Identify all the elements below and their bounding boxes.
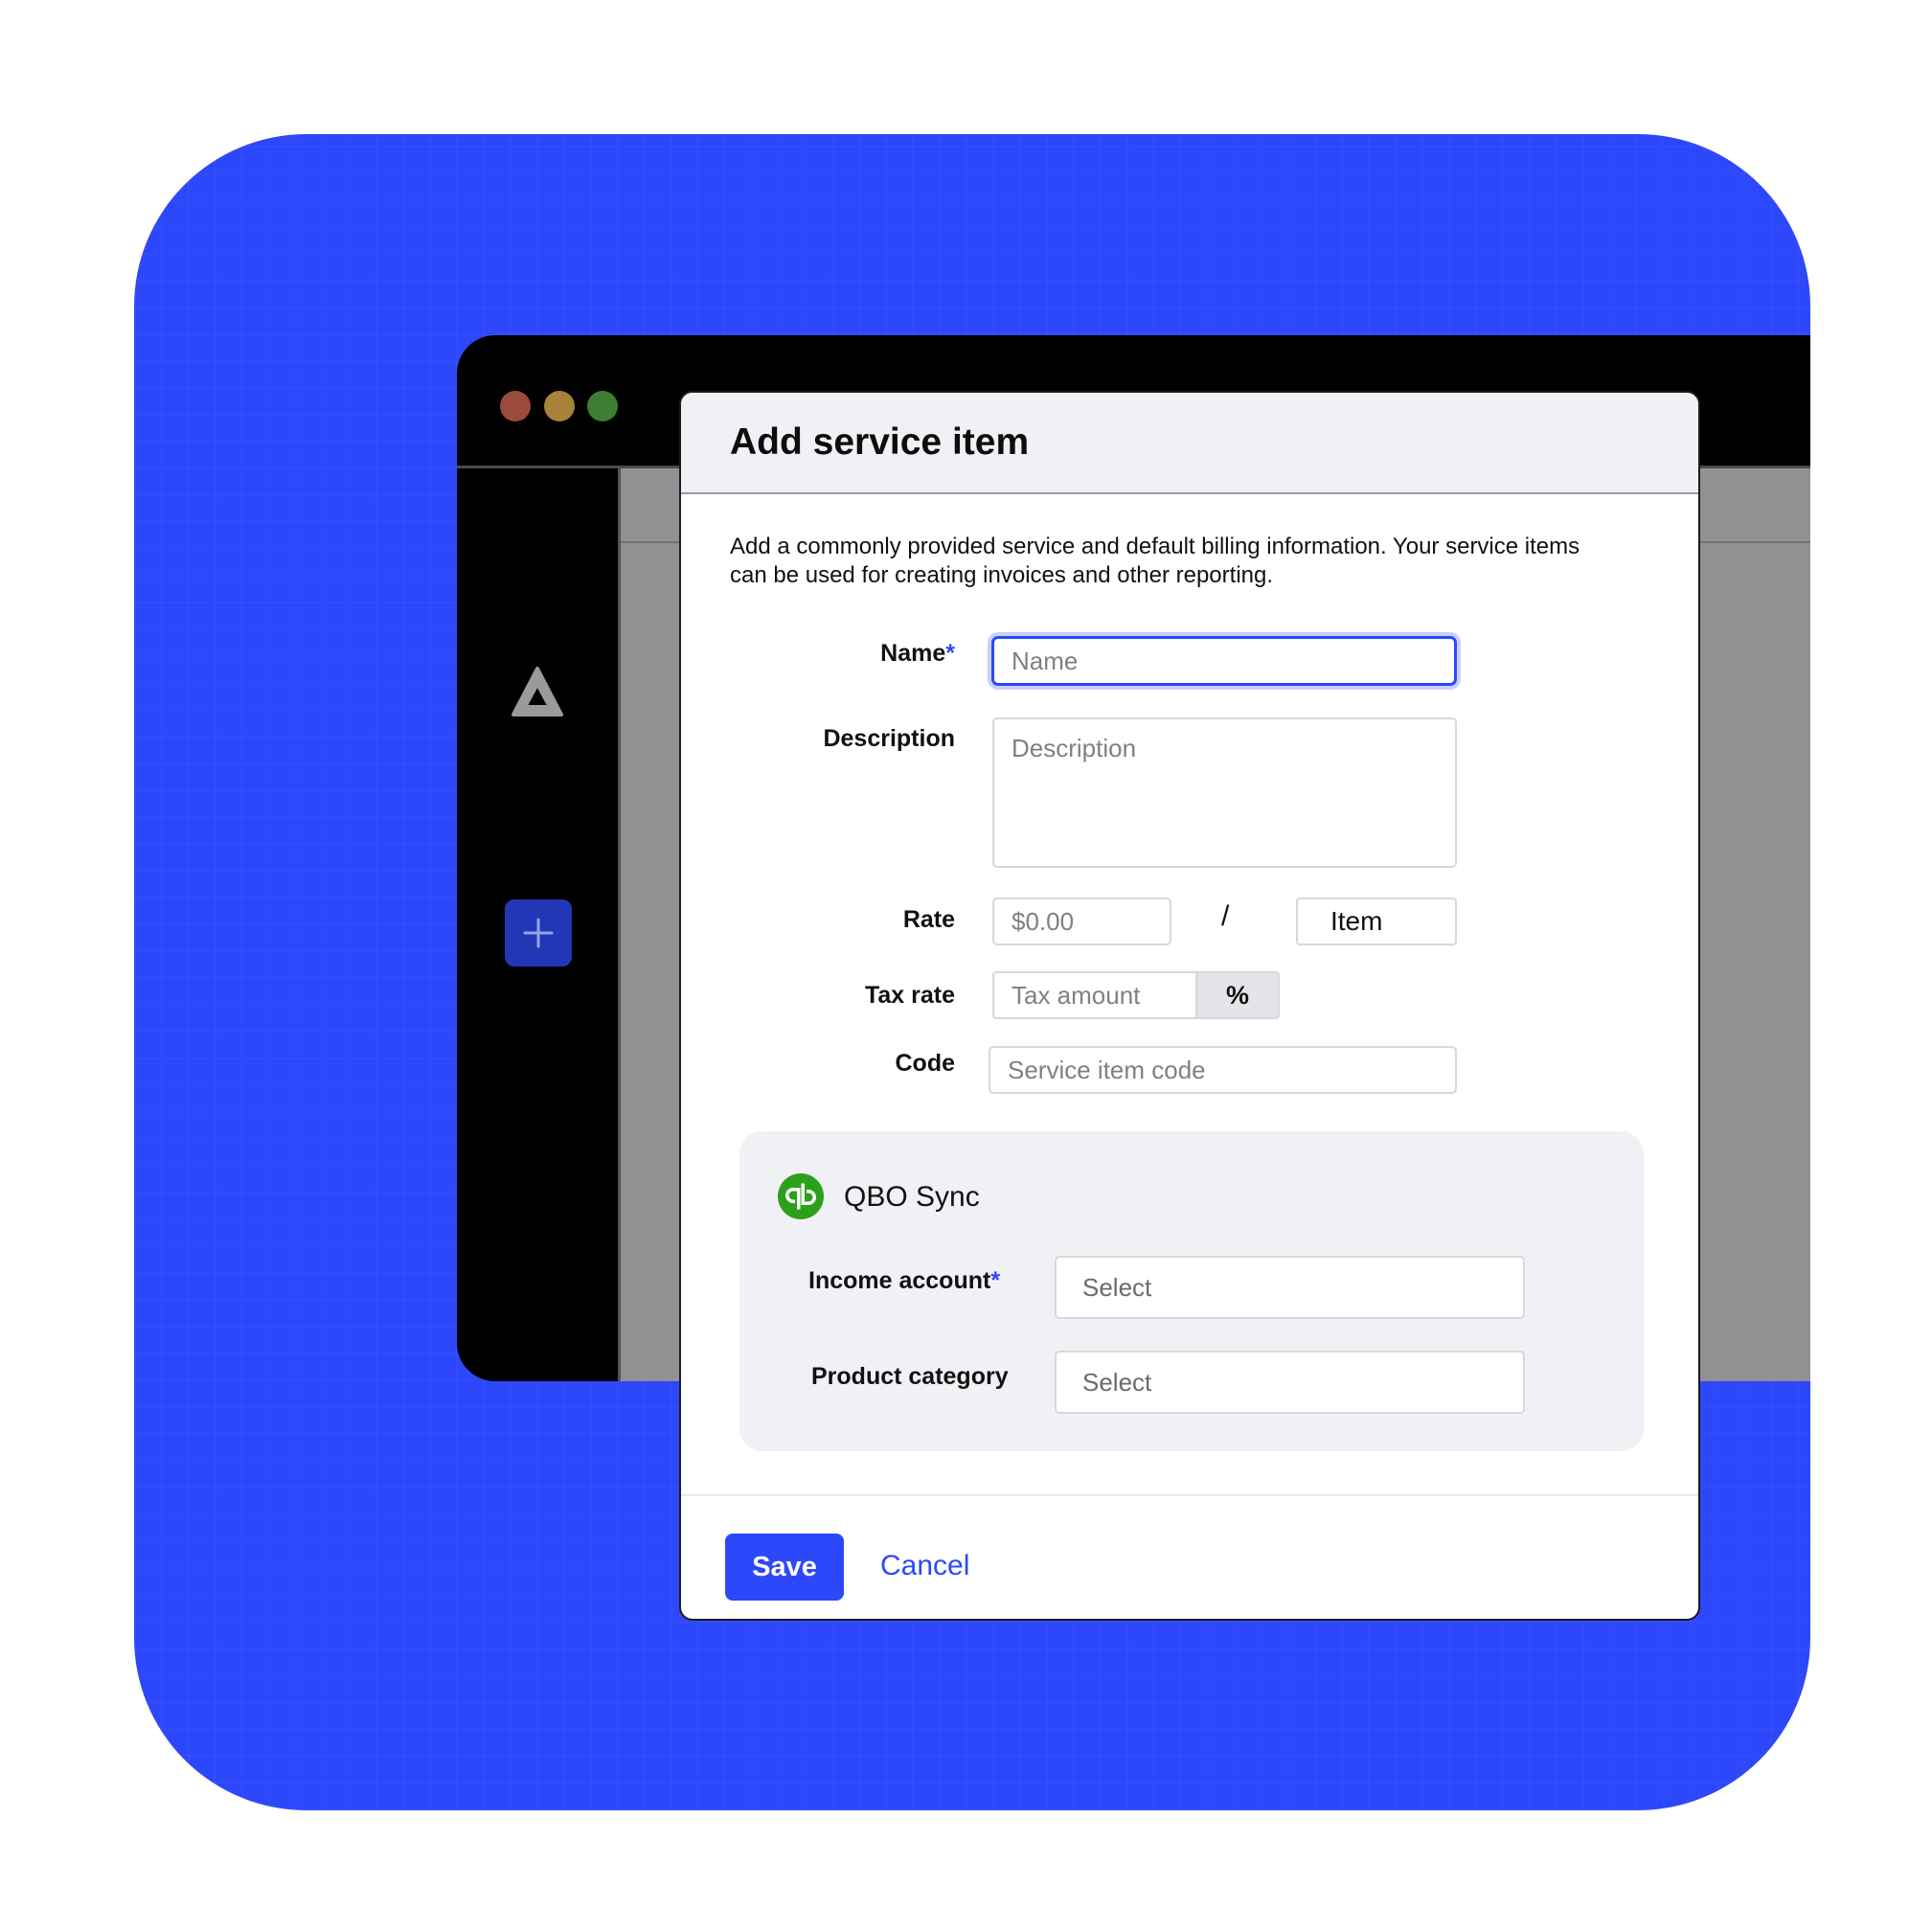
product-category-select[interactable]: Select [1055,1351,1525,1414]
income-account-label: Income account* [808,1267,1000,1295]
income-account-select[interactable]: Select [1055,1256,1525,1319]
income-account-label-text: Income account [808,1267,991,1294]
footer-divider [681,1494,1698,1496]
tax-amount-input[interactable] [992,971,1197,1019]
description-textarea[interactable] [992,717,1457,868]
rate-input[interactable] [992,898,1171,945]
name-label-text: Name [880,640,946,667]
sidebar [457,468,618,1381]
add-button[interactable] [505,899,572,966]
plus-icon [523,918,554,948]
name-input[interactable] [991,636,1457,686]
modal-title: Add service item [730,421,1030,463]
add-service-item-modal: Add service item Add a commonly provided… [679,391,1700,1621]
required-marker: * [990,1267,1001,1294]
description-label: Description [823,725,955,752]
tax-rate-label: Tax rate [864,982,955,1009]
qbo-sync-title: QBO Sync [844,1181,980,1213]
service-item-code-input[interactable] [989,1046,1457,1094]
modal-intro-text: Add a commonly provided service and defa… [730,534,1580,588]
modal-header: Add service item [681,393,1698,494]
app-logo-icon [511,667,563,716]
minimize-window-button[interactable] [544,391,575,421]
required-marker: * [945,640,955,667]
rate-label: Rate [902,906,955,933]
quickbooks-icon [778,1173,824,1219]
cancel-link[interactable]: Cancel [880,1550,969,1582]
save-button[interactable]: Save [725,1534,844,1601]
tax-percent-addon: % [1195,971,1280,1019]
maximize-window-button[interactable] [587,391,618,421]
code-label: Code [895,1050,956,1077]
name-label: Name* [880,640,955,668]
qbo-sync-panel: QBO Sync Income account* Select Product … [739,1131,1644,1451]
rate-unit-input[interactable]: Item [1296,898,1457,945]
product-category-label: Product category [811,1363,1009,1390]
rate-separator: / [1221,900,1230,932]
close-window-button[interactable] [500,391,531,421]
